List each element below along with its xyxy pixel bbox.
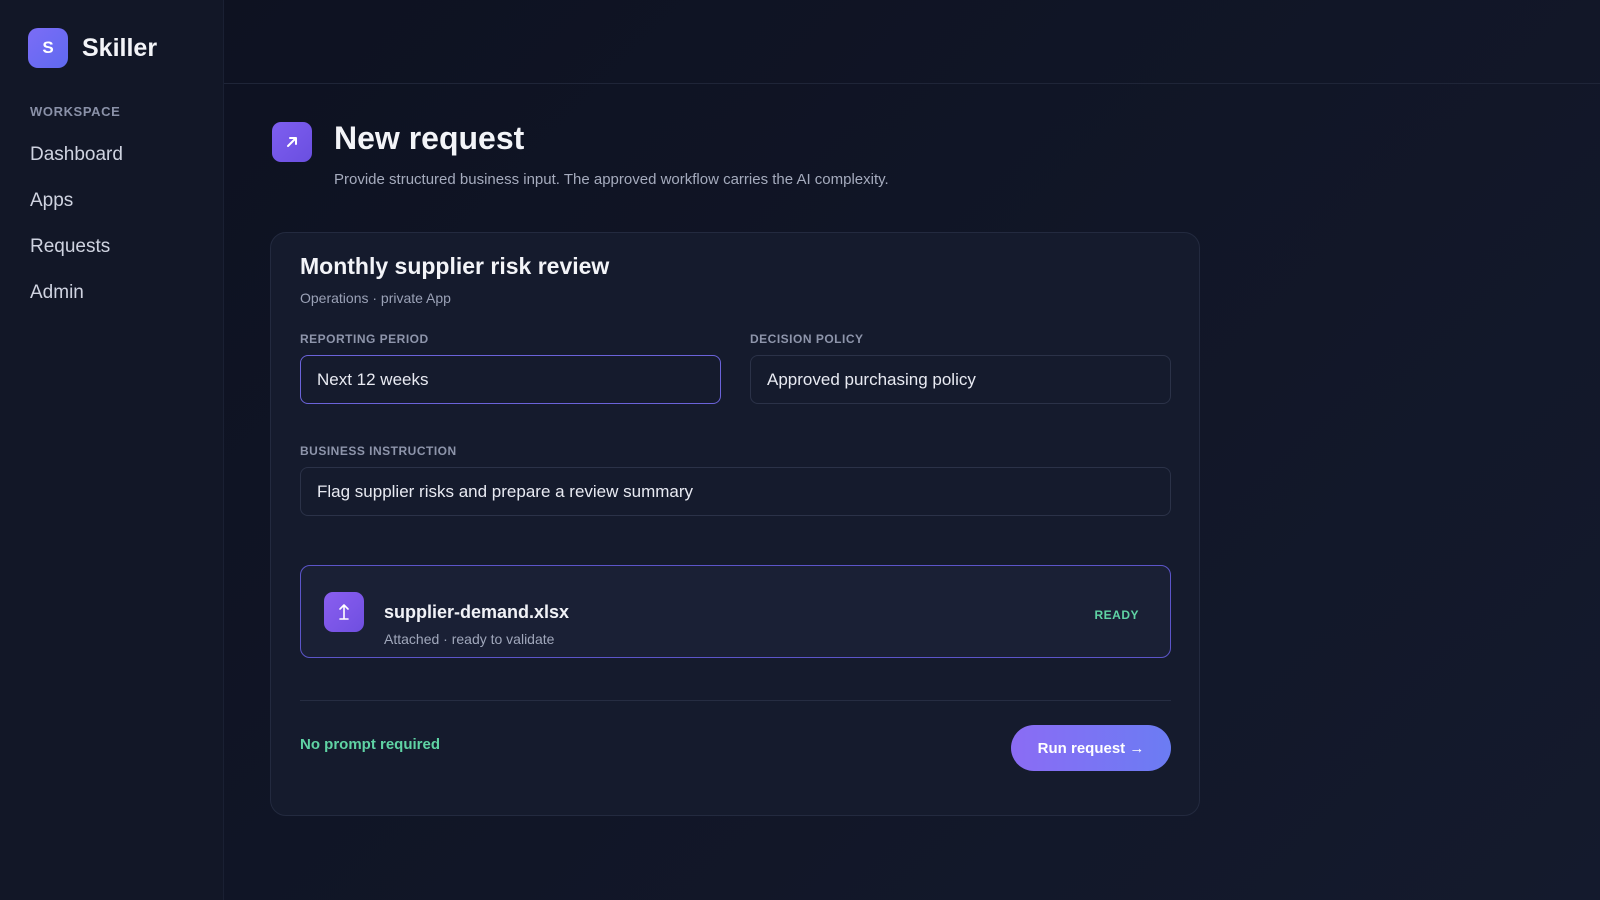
business-instruction-label: BUSINESS INSTRUCTION <box>300 444 457 458</box>
business-instruction-field[interactable]: Flag supplier risks and prepare a review… <box>300 467 1171 516</box>
sidebar-item-requests[interactable]: Requests <box>30 234 123 280</box>
run-request-button[interactable]: Run request → <box>1011 725 1171 771</box>
app-meta: Operations · private App <box>300 290 451 306</box>
page-title: New request <box>334 120 525 156</box>
attached-file[interactable]: supplier-demand.xlsx Attached · ready to… <box>300 565 1171 658</box>
file-name: supplier-demand.xlsx <box>384 602 570 622</box>
arrow-up-right-icon <box>272 122 312 162</box>
app-name: Skiller <box>82 33 158 62</box>
decision-policy-label: DECISION POLICY <box>750 332 864 346</box>
sidebar: S Skiller WORKSPACE Dashboard Apps Reque… <box>0 0 224 900</box>
brand[interactable]: S Skiller <box>28 28 157 68</box>
sidebar-nav: Dashboard Apps Requests Admin <box>30 142 123 326</box>
status-badge: READY <box>1094 608 1139 622</box>
page-subtitle: Provide structured business input. The a… <box>334 171 889 188</box>
sidebar-item-apps[interactable]: Apps <box>30 188 123 234</box>
nav-section-label: WORKSPACE <box>30 104 121 119</box>
sidebar-item-dashboard[interactable]: Dashboard <box>30 142 123 188</box>
reporting-period-label: REPORTING PERIOD <box>300 332 429 346</box>
request-form-card: Monthly supplier risk review Operations … <box>270 232 1200 816</box>
divider <box>300 700 1171 701</box>
decision-policy-field[interactable]: Approved purchasing policy <box>750 355 1171 404</box>
app-logo: S <box>28 28 68 68</box>
upload-icon <box>324 592 364 632</box>
file-status: Attached · ready to validate <box>384 631 555 647</box>
app-title: Monthly supplier risk review <box>300 253 610 279</box>
no-prompt-note: No prompt required <box>300 736 441 753</box>
reporting-period-field[interactable]: Next 12 weeks <box>300 355 721 404</box>
sidebar-item-admin[interactable]: Admin <box>30 280 123 326</box>
top-bar <box>224 0 1600 84</box>
